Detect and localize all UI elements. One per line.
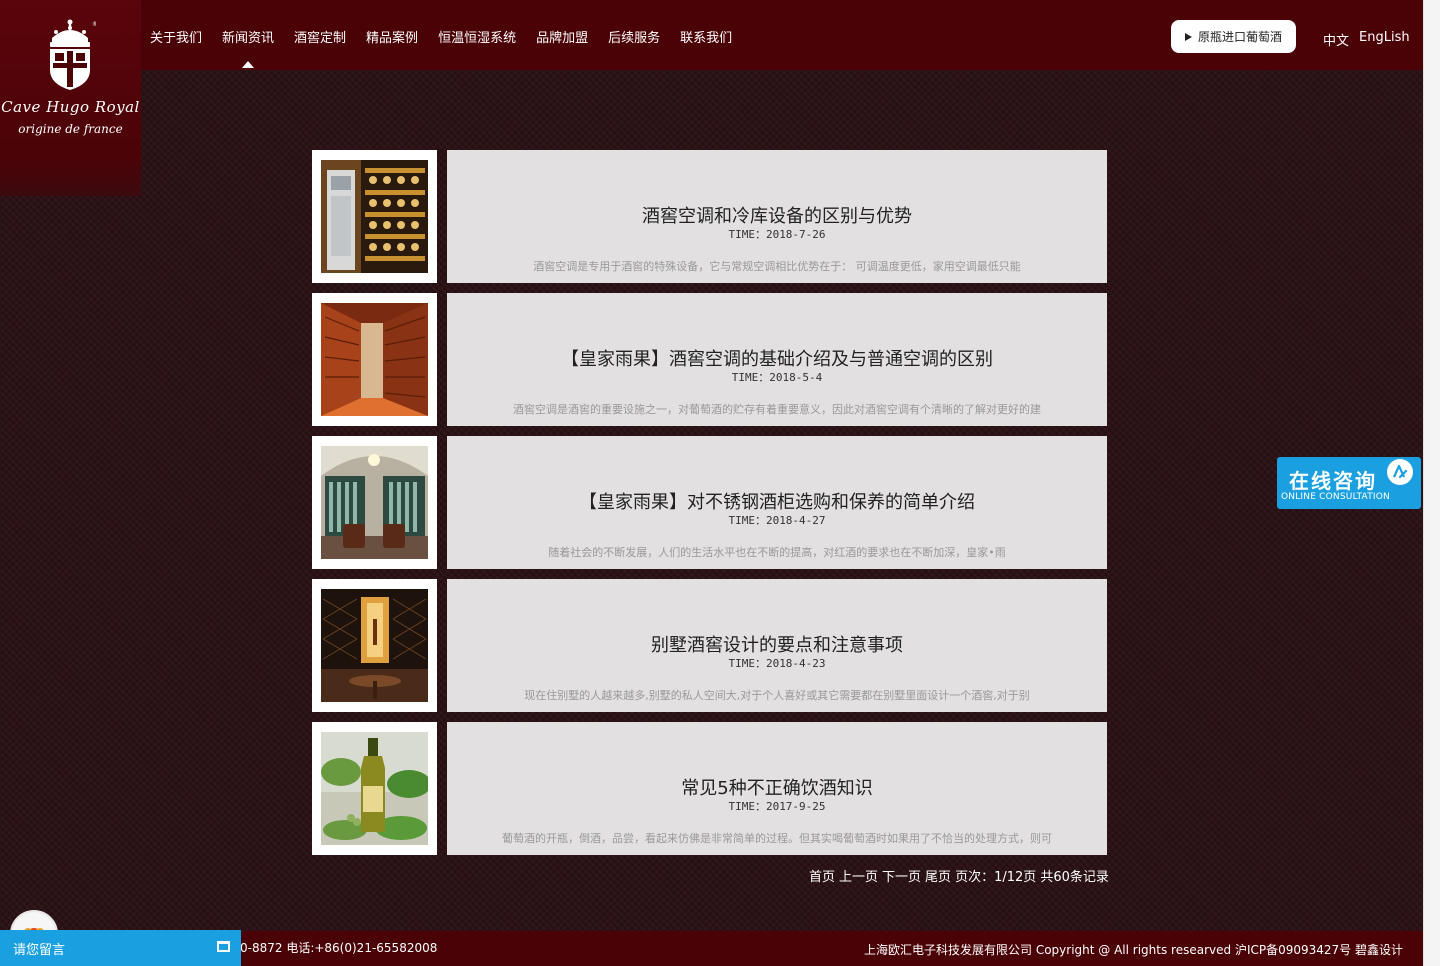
news-time: TIME：2018-4-23 xyxy=(728,657,826,670)
imported-wine-button[interactable]: 原瓶进口葡萄酒 xyxy=(1171,20,1296,53)
news-thumbnail-frame xyxy=(312,436,437,569)
window-icon[interactable] xyxy=(217,941,230,952)
online-consultation-subtitle: ONLINE CONSULTATION xyxy=(1281,492,1390,502)
nav-item-cellar-custom[interactable]: 酒窖定制 xyxy=(294,27,346,46)
nav-item-franchise[interactable]: 品牌加盟 xyxy=(536,27,588,46)
pagination-prev[interactable]: 上一页 xyxy=(839,866,878,885)
pagination-next[interactable]: 下一页 xyxy=(882,866,921,885)
crown-shield-icon: ® xyxy=(50,19,96,90)
news-title[interactable]: 酒窖空调和冷库设备的区别与优势 xyxy=(447,202,1107,228)
language-switch: 中文 EngLish xyxy=(1323,30,1410,49)
news-time: TIME：2017-9-25 xyxy=(728,800,826,813)
news-card: 酒窖空调和冷库设备的区别与优势 TIME：2018-7-26 酒窖空调是专用于酒… xyxy=(447,150,1107,283)
news-title[interactable]: 别墅酒窖设计的要点和注意事项 xyxy=(447,631,1107,657)
news-card: 【皇家雨果】酒窖空调的基础介绍及与普通空调的区别 TIME：2018-5-4 酒… xyxy=(447,293,1107,426)
nav-item-service[interactable]: 后续服务 xyxy=(608,27,660,46)
news-title[interactable]: 常见5种不正确饮酒知识 xyxy=(447,774,1107,800)
news-excerpt: 酒窖空调是专用于酒窖的特殊设备，它与常规空调相比优势在于： 可调温度更低，家用空… xyxy=(533,260,1021,273)
pagination: 首页 上一页 下一页 尾页 页次：1/12页 共60条记录 xyxy=(809,866,1109,885)
news-excerpt: 现在住别墅的人越来越多,别墅的私人空间大,对于个人喜好或其它需要都在别墅里面设计… xyxy=(524,689,1030,702)
logo-text-tagline: origine de france xyxy=(18,122,123,136)
main-nav: 关于我们 新闻资讯 酒窖定制 精品案例 恒温恒湿系统 品牌加盟 后续服务 联系我… xyxy=(150,27,732,68)
chat-bubble-icon xyxy=(1387,459,1413,485)
leave-message-label: 请您留言 xyxy=(13,943,66,958)
news-thumbnail-image xyxy=(321,732,431,845)
news-thumbnail-image xyxy=(321,589,428,702)
header: 关于我们 新闻资讯 酒窖定制 精品案例 恒温恒湿系统 品牌加盟 后续服务 联系我… xyxy=(0,0,1423,70)
news-thumbnail-frame xyxy=(312,293,437,426)
news-card: 别墅酒窖设计的要点和注意事项 TIME：2018-4-23 现在住别墅的人越来越… xyxy=(447,579,1107,712)
logo[interactable]: ® Cave Hugo Royal origine de france xyxy=(0,0,141,196)
news-item[interactable]: 【皇家雨果】对不锈钢酒柜选购和保养的简单介绍 TIME：2018-4-27 随着… xyxy=(312,436,1107,569)
online-consultation-label: 在线咨询 xyxy=(1289,469,1377,493)
lang-english[interactable]: EngLish xyxy=(1359,30,1410,49)
nav-item-contact[interactable]: 联系我们 xyxy=(680,27,732,46)
lang-chinese[interactable]: 中文 xyxy=(1323,30,1349,49)
news-excerpt: 随着社会的不断发展，人们的生活水平也在不断的提高，对红酒的要求也在不断加深，皇家… xyxy=(548,546,1006,559)
news-excerpt: 酒窖空调是酒窖的重要设施之一，对葡萄酒的贮存有着重要意义，因此对酒窖空调有个清晰… xyxy=(513,403,1041,416)
online-consultation-button[interactable]: 在线咨询 ONLINE CONSULTATION xyxy=(1277,457,1421,509)
play-icon xyxy=(1184,32,1192,41)
news-thumbnail-image xyxy=(321,160,428,273)
news-thumbnail-frame xyxy=(312,150,437,283)
news-title[interactable]: 【皇家雨果】对不锈钢酒柜选购和保养的简单介绍 xyxy=(447,488,1107,514)
news-item[interactable]: 酒窖空调和冷库设备的区别与优势 TIME：2018-7-26 酒窖空调是专用于酒… xyxy=(312,150,1107,283)
scrollbar-track[interactable] xyxy=(1423,0,1440,966)
news-thumbnail-image xyxy=(321,303,428,416)
news-time: TIME：2018-5-4 xyxy=(731,371,823,384)
news-item[interactable]: 【皇家雨果】酒窖空调的基础介绍及与普通空调的区别 TIME：2018-5-4 酒… xyxy=(312,293,1107,426)
imported-wine-label: 原瓶进口葡萄酒 xyxy=(1197,30,1282,44)
nav-item-climate-system[interactable]: 恒温恒湿系统 xyxy=(438,27,516,46)
news-list: 酒窖空调和冷库设备的区别与优势 TIME：2018-7-26 酒窖空调是专用于酒… xyxy=(312,150,1107,865)
footer-copyright: 上海欧汇电子科技发展有限公司 Copyright @ All rights re… xyxy=(864,943,1403,957)
logo-text-brand: Cave Hugo Royal xyxy=(1,98,140,116)
page: 关于我们 新闻资讯 酒窖定制 精品案例 恒温恒湿系统 品牌加盟 后续服务 联系我… xyxy=(0,0,1423,966)
leave-message-bar[interactable]: 请您留言 xyxy=(0,930,241,966)
nav-item-cases[interactable]: 精品案例 xyxy=(366,27,418,46)
news-card: 【皇家雨果】对不锈钢酒柜选购和保养的简单介绍 TIME：2018-4-27 随着… xyxy=(447,436,1107,569)
news-thumbnail-frame xyxy=(312,722,437,855)
news-time: TIME：2018-4-27 xyxy=(728,514,826,527)
footer-contact: 0-8872 电话:+86(0)21-65582008 xyxy=(240,941,438,955)
news-item[interactable]: 常见5种不正确饮酒知识 TIME：2017-9-25 葡萄酒的开瓶，倒酒，品尝，… xyxy=(312,722,1107,855)
news-excerpt: 葡萄酒的开瓶，倒酒，品尝，看起来仿佛是非常简单的过程。但其实喝葡萄酒时如果用了不… xyxy=(502,832,1052,845)
news-thumbnail-image xyxy=(321,446,428,559)
news-time: TIME：2018-7-26 xyxy=(728,228,826,241)
pagination-last[interactable]: 尾页 xyxy=(925,866,951,885)
pagination-first[interactable]: 首页 xyxy=(809,866,835,885)
pagination-info: 页次：1/12页 共60条记录 xyxy=(955,870,1109,885)
nav-item-news[interactable]: 新闻资讯 xyxy=(222,27,274,68)
news-thumbnail-frame xyxy=(312,579,437,712)
svg-text:®: ® xyxy=(92,21,96,28)
news-title[interactable]: 【皇家雨果】酒窖空调的基础介绍及与普通空调的区别 xyxy=(447,345,1107,371)
news-card: 常见5种不正确饮酒知识 TIME：2017-9-25 葡萄酒的开瓶，倒酒，品尝，… xyxy=(447,722,1107,855)
news-item[interactable]: 别墅酒窖设计的要点和注意事项 TIME：2018-4-23 现在住别墅的人越来越… xyxy=(312,579,1107,712)
nav-item-about[interactable]: 关于我们 xyxy=(150,27,202,46)
